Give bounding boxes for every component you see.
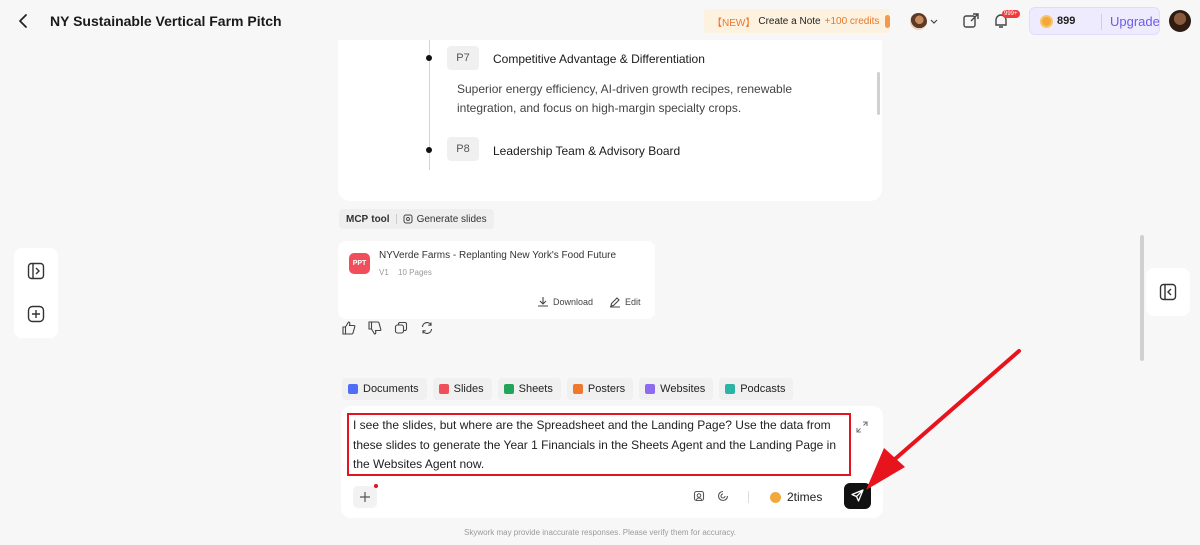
panel-collapse-icon (1159, 283, 1177, 301)
agent-chip-row: Documents Slides Sheets Posters Websites… (342, 378, 799, 400)
send-icon (851, 489, 864, 502)
agent-chip-label: Podcasts (740, 383, 786, 395)
slide-outline-card: P7 Competitive Advantage & Differentiati… (338, 40, 882, 201)
notification-badge: 999+ (1002, 10, 1020, 18)
page-title: NY Sustainable Vertical Farm Pitch (50, 13, 282, 29)
mcp-tool-tag: MCP tool Generate slides (339, 209, 494, 229)
chat-scrollbar[interactable] (1140, 235, 1144, 361)
ppt-file-icon: PPT (349, 253, 370, 274)
share-icon[interactable] (962, 12, 980, 30)
tool-action: Generate slides (416, 213, 487, 225)
file-version: V1 (379, 268, 389, 277)
agent-chip-websites[interactable]: Websites (639, 378, 714, 400)
download-label: Download (553, 297, 594, 307)
agent-chip-label: Websites (660, 383, 706, 395)
agent-chip-documents[interactable]: Documents (342, 378, 427, 400)
sheets-icon (503, 384, 514, 394)
slide-title: Competitive Advantage & Differentiation (493, 52, 705, 66)
divider (748, 491, 749, 503)
download-button[interactable]: Download (537, 296, 593, 308)
tools-icon[interactable] (717, 490, 729, 502)
agent-chip-slides[interactable]: Slides (432, 378, 492, 400)
upgrade-button[interactable]: Upgrade (1110, 14, 1160, 29)
mcp-label: MCP (346, 213, 369, 225)
agent-chip-label: Slides (453, 383, 484, 395)
new-chat-plus-icon[interactable] (27, 305, 45, 323)
download-icon (538, 297, 548, 307)
message-actions (342, 321, 434, 335)
disclaimer-text: Skywork may provide inaccurate responses… (464, 528, 736, 537)
plus-icon (360, 492, 370, 502)
agent-avatar (910, 12, 927, 30)
slides-icon (438, 384, 449, 394)
coin-icon (770, 491, 781, 503)
file-pages: 10 Pages (398, 268, 432, 277)
top-bar: NY Sustainable Vertical Farm Pitch 【NEW】… (0, 0, 1200, 44)
agent-chip-label: Documents (363, 383, 419, 395)
outline-scrollbar[interactable] (877, 72, 880, 115)
file-name[interactable]: NYVerde Farms - Replanting New York's Fo… (379, 250, 616, 261)
documents-icon (348, 384, 358, 394)
page-tag: P8 (447, 137, 479, 161)
agent-chip-sheets[interactable]: Sheets (497, 378, 561, 400)
copy-icon[interactable] (394, 321, 408, 335)
thumbs-down-icon[interactable] (368, 321, 382, 335)
edit-pencil-icon (610, 297, 620, 308)
timeline-dot (426, 147, 432, 153)
image-tool-icon[interactable] (693, 490, 705, 502)
agent-chip-label: Posters (587, 383, 626, 395)
chevron-down-icon (930, 19, 938, 24)
agent-avatar-dropdown[interactable] (910, 10, 942, 32)
agent-chip-podcasts[interactable]: Podcasts (719, 378, 794, 400)
credit-count: 899 (1057, 15, 1076, 27)
thumbs-up-icon[interactable] (342, 321, 356, 335)
promo-credits: +100 credits (824, 15, 880, 27)
edit-button[interactable]: Edit (609, 296, 641, 308)
posters-icon (572, 384, 583, 394)
timeline-dot (426, 55, 432, 61)
annotation-highlight-box (347, 413, 851, 476)
websites-icon (645, 384, 656, 394)
agent-chip-posters[interactable]: Posters (566, 378, 634, 400)
credits-upgrade-box[interactable]: 899 Upgrade (1029, 7, 1160, 35)
slide-title: Leadership Team & Advisory Board (493, 144, 681, 158)
gift-icon (885, 14, 890, 28)
attach-button[interactable] (353, 486, 377, 508)
divider (1101, 14, 1102, 30)
promo-new-label: 【NEW】 (712, 17, 756, 29)
usage-times-label: 2times (787, 490, 823, 504)
generated-file-card[interactable]: PPT NYVerde Farms - Replanting New York'… (338, 241, 655, 319)
tool-label: tool (371, 213, 390, 225)
file-meta: V1 10 Pages (379, 268, 439, 277)
slides-icon (403, 214, 413, 224)
unread-dot (374, 484, 378, 488)
divider (395, 214, 397, 224)
back-arrow-icon[interactable] (14, 11, 34, 31)
slide-description: Superior energy efficiency, AI-driven gr… (457, 82, 793, 115)
sidebar-expand-icon[interactable] (27, 262, 45, 280)
expand-icon[interactable] (856, 421, 868, 433)
edit-label: Edit (625, 297, 641, 307)
left-sidebar-rail (14, 248, 58, 338)
right-panel-toggle[interactable] (1146, 268, 1190, 316)
user-avatar[interactable] (1169, 10, 1191, 32)
podcasts-icon (725, 384, 736, 394)
page-tag: P7 (447, 46, 479, 70)
coin-icon (1040, 15, 1053, 28)
regenerate-icon[interactable] (420, 321, 434, 335)
usage-times: 2times (770, 490, 822, 504)
send-button[interactable] (844, 483, 871, 509)
agent-chip-label: Sheets (518, 383, 553, 395)
promo-text: Create a Note (758, 15, 821, 27)
create-note-promo[interactable]: 【NEW】 Create a Note +100 credits (704, 9, 890, 33)
